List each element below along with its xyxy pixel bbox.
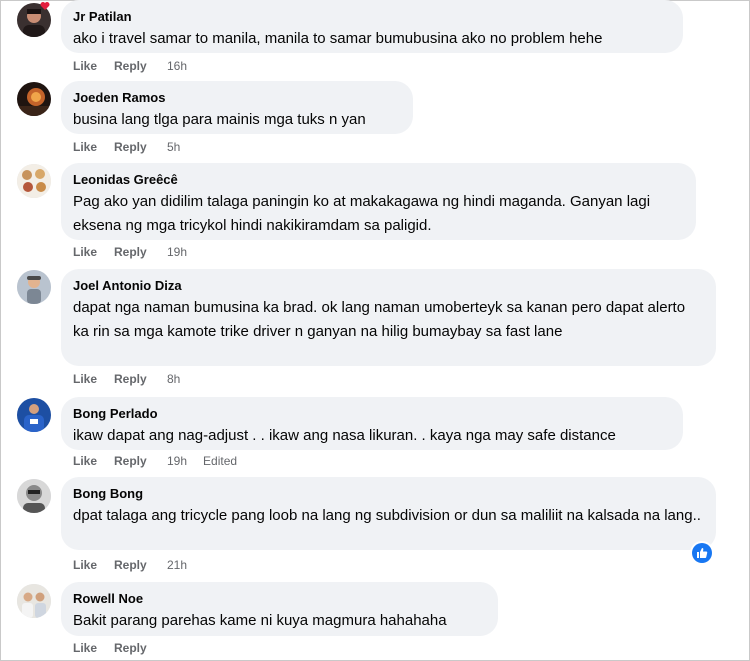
comment-bubble: Jr Patilan ako i travel samar to manila,… (61, 0, 683, 53)
like-link[interactable]: Like (73, 640, 114, 656)
reply-link[interactable]: Reply (114, 244, 167, 260)
comment-author[interactable]: Rowell Noe (73, 591, 486, 607)
comment-bubble: Bong Bong dpat talaga ang tricycle pang … (61, 477, 716, 550)
comment-text: ako i travel samar to manila, manila to … (73, 30, 603, 47)
comment-actions: Like Reply 19h Edited (73, 453, 237, 469)
like-link[interactable]: Like (73, 453, 114, 469)
comment-author[interactable]: Joeden Ramos (73, 90, 401, 106)
comment-text: ikaw dapat ang nag-adjust . . ikaw ang n… (73, 427, 616, 444)
timestamp[interactable]: 16h (167, 58, 187, 74)
comment-actions: Like Reply 8h (73, 371, 180, 387)
timestamp[interactable]: 19h (167, 453, 187, 469)
comment-author[interactable]: Bong Bong (73, 486, 704, 502)
like-link[interactable]: Like (73, 58, 114, 74)
comment-actions: Like Reply (73, 640, 167, 656)
reply-link[interactable]: Reply (114, 139, 167, 155)
timestamp[interactable]: 19h (167, 244, 187, 260)
comment-actions: Like Reply 21h (73, 557, 187, 573)
comment-text: Bakit parang parehas kame ni kuya magmur… (73, 612, 447, 629)
comment-author[interactable]: Jr Patilan (73, 9, 671, 25)
like-link[interactable]: Like (73, 557, 114, 573)
reply-link[interactable]: Reply (114, 371, 167, 387)
reply-link[interactable]: Reply (114, 557, 167, 573)
avatar[interactable] (17, 584, 51, 618)
like-link[interactable]: Like (73, 371, 114, 387)
comment-actions: Like Reply 16h (73, 58, 187, 74)
comment-author[interactable]: Bong Perlado (73, 406, 671, 422)
thumbs-up-icon (697, 548, 708, 558)
like-thumb-icon[interactable] (692, 543, 712, 563)
heart-icon (40, 1, 50, 10)
reply-link[interactable]: Reply (114, 640, 167, 656)
avatar[interactable] (17, 270, 51, 304)
avatar[interactable] (17, 398, 51, 432)
avatar[interactable] (17, 164, 51, 198)
like-link[interactable]: Like (73, 244, 114, 260)
comment-bubble: Joel Antonio Diza dapat nga naman bumusi… (61, 269, 716, 366)
comment-text: dpat talaga ang tricycle pang loob na la… (73, 507, 701, 524)
comment-bubble: Leonidas Greêcê Pag ako yan didilim tala… (61, 163, 696, 240)
comment-text: busina lang tlga para mainis mga tuks n … (73, 111, 366, 128)
reply-link[interactable]: Reply (114, 58, 167, 74)
comment-text: Pag ako yan didilim talaga paningin ko a… (73, 193, 651, 234)
timestamp[interactable]: 8h (167, 371, 180, 387)
comment-author[interactable]: Leonidas Greêcê (73, 172, 684, 188)
avatar[interactable] (17, 82, 51, 116)
comment-bubble: Bong Perlado ikaw dapat ang nag-adjust .… (61, 397, 683, 450)
comment-author[interactable]: Joel Antonio Diza (73, 278, 704, 294)
timestamp[interactable]: 21h (167, 557, 187, 573)
comment-bubble: Joeden Ramos busina lang tlga para maini… (61, 81, 413, 134)
comment-text: dapat nga naman bumusina ka brad. ok lan… (73, 299, 686, 340)
reply-link[interactable]: Reply (114, 453, 167, 469)
avatar[interactable] (17, 479, 51, 513)
timestamp[interactable]: 5h (167, 139, 180, 155)
comment-actions: Like Reply 19h (73, 244, 187, 260)
comment-actions: Like Reply 5h (73, 139, 180, 155)
edited-label[interactable]: Edited (203, 453, 237, 469)
like-link[interactable]: Like (73, 139, 114, 155)
comment-bubble: Rowell Noe Bakit parang parehas kame ni … (61, 582, 498, 636)
